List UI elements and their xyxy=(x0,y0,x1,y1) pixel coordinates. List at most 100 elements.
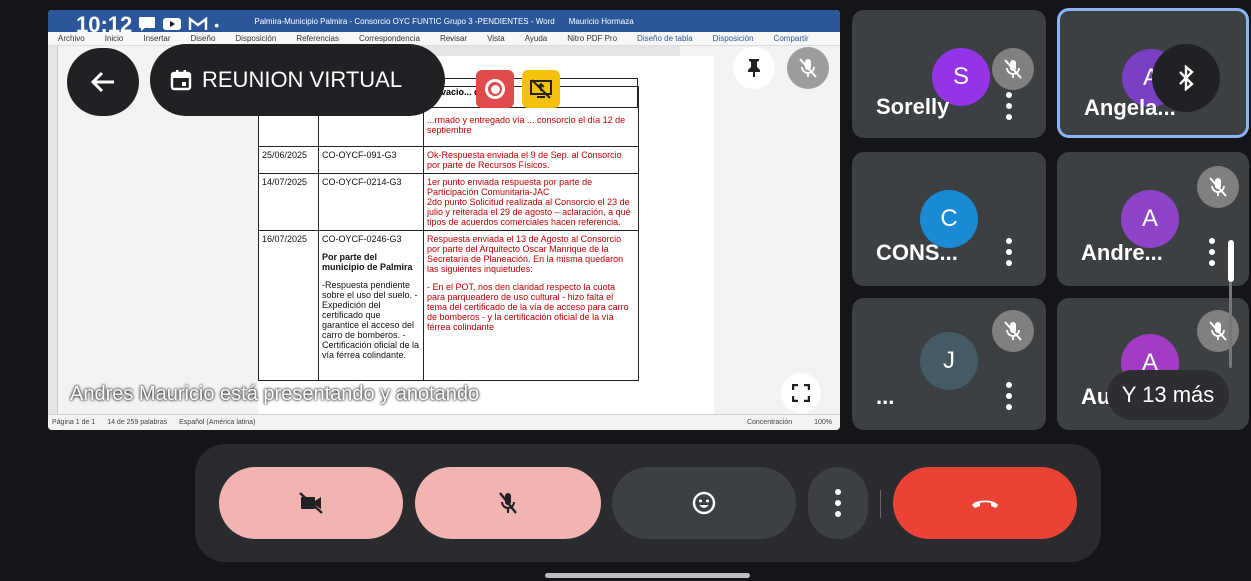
stop-share-icon xyxy=(530,79,552,99)
status-page: Página 1 de 1 xyxy=(52,419,96,426)
mic-off-icon xyxy=(1209,321,1227,341)
participant-tile-andre[interactable]: A Andre... xyxy=(1057,152,1249,286)
participant-name: ... xyxy=(876,384,895,409)
menu-referencias: Referencias xyxy=(296,34,339,43)
presenter-mic-off xyxy=(787,47,829,89)
status-bar-left: 10:12 • xyxy=(76,10,219,40)
table-cell: Ok-Respuesta enviada el 9 de Sep. al Con… xyxy=(423,146,639,174)
mic-off-icon xyxy=(499,492,517,514)
more-vert-icon[interactable] xyxy=(1006,92,1012,120)
table-cell: 14/07/2025 xyxy=(258,173,319,231)
cell-text: 1er punto enviada respuesta por parte de… xyxy=(427,177,593,197)
stop-share-button[interactable] xyxy=(522,70,560,108)
more-participants-pill[interactable]: Y 13 más xyxy=(1107,370,1229,420)
status-zoom: 100% xyxy=(814,419,832,426)
scrollbar-thumb[interactable] xyxy=(1228,240,1234,282)
status-focus: Concentración xyxy=(746,419,793,426)
cell-bold-text: Por parte del municipio de Palmira xyxy=(322,252,413,272)
cell-text: - En el POT, nos den claridad respecto l… xyxy=(427,282,629,332)
camera-off-icon xyxy=(299,492,323,514)
menu-ayuda: Ayuda xyxy=(524,34,548,43)
bluetooth-button[interactable] xyxy=(1152,44,1220,112)
avatar: J xyxy=(920,332,978,390)
table-cell: Respuesta enviada el 13 de Agosto al Con… xyxy=(423,230,639,381)
cell-text: CO-OYCF-0246-G3 xyxy=(322,234,402,244)
word-title: Palmira-Municipio Palmira - Consorcio OY… xyxy=(254,16,555,26)
bluetooth-icon xyxy=(1179,65,1194,91)
mic-off-icon xyxy=(1004,59,1022,79)
mic-toggle-button[interactable] xyxy=(415,467,601,539)
meet-screen: Palmira-Municipio Palmira - Consorcio OY… xyxy=(0,0,1251,581)
vertical-ruler xyxy=(48,46,58,414)
menu-revisar: Revisar xyxy=(439,34,468,43)
clock: 10:12 xyxy=(76,12,133,37)
presenting-caption: Andres Mauricio está presentando y anota… xyxy=(70,383,480,405)
emoji-icon xyxy=(692,491,716,515)
cell-text: -Respuesta pendiente sobre el uso del su… xyxy=(322,280,420,360)
youtube-icon xyxy=(162,12,182,38)
participant-tile-cons[interactable]: C CONS... xyxy=(852,152,1046,286)
controls-divider xyxy=(880,490,881,518)
doc-table: ...rmado y entregado vía ... consorcio e… xyxy=(258,86,639,381)
more-vert-icon[interactable] xyxy=(1006,238,1012,266)
fullscreen-icon xyxy=(792,384,810,402)
menu-correspondencia: Correspondencia xyxy=(359,34,420,43)
participant-name: Sorelly xyxy=(876,94,950,119)
table-cell: 25/06/2025 xyxy=(258,146,319,174)
table-cell: 16/07/2025 xyxy=(258,230,319,381)
back-button[interactable] xyxy=(67,48,139,116)
call-end-icon xyxy=(972,500,998,508)
participant-tile-j[interactable]: J ... xyxy=(852,298,1046,430)
more-vert-icon[interactable] xyxy=(1006,382,1012,410)
participant-mic-off xyxy=(992,48,1034,90)
status-language: Español (América latina) xyxy=(179,419,256,426)
mic-off-icon xyxy=(799,58,817,78)
table-cell: CO-OYCF-091-G3 xyxy=(318,146,424,174)
meeting-title: REUNION VIRTUAL xyxy=(202,67,403,92)
menu-nitro: Nitro PDF Pro xyxy=(567,34,618,43)
menu-disposicion-2: Disposición xyxy=(712,34,754,43)
gmail-icon xyxy=(188,12,208,38)
pin-icon xyxy=(748,59,760,77)
hang-up-button[interactable] xyxy=(893,467,1077,539)
table-cell: CO-OYCF-0246-G3 Por parte del municipio … xyxy=(318,230,424,381)
status-words: 14 de 259 palabras xyxy=(107,419,168,426)
record-indicator[interactable] xyxy=(476,70,514,108)
more-vert-icon[interactable] xyxy=(1209,238,1215,266)
mic-off-icon xyxy=(1209,177,1227,197)
scrollbar-track[interactable] xyxy=(1229,282,1232,368)
mic-off-icon xyxy=(1004,321,1022,341)
participant-mic-off xyxy=(1197,166,1239,208)
camera-toggle-button[interactable] xyxy=(219,467,403,539)
pin-button[interactable] xyxy=(733,47,775,89)
participant-mic-off xyxy=(1197,310,1239,352)
table-cell: 1er punto enviada respuesta por parte de… xyxy=(423,173,639,231)
participant-name: Andre... xyxy=(1081,240,1163,265)
dot-icon: • xyxy=(214,17,220,33)
cell-text: 2do punto Solicitud realizada al Consorc… xyxy=(427,197,631,227)
word-share: Compartir xyxy=(773,34,809,43)
table-cell: CO-OYCF-0214-G3 xyxy=(318,173,424,231)
word-statusbar: Página 1 de 1 14 de 259 palabras Español… xyxy=(48,414,840,430)
table-row: 25/06/2025 CO-OYCF-091-G3 Ok-Respuesta e… xyxy=(258,146,639,174)
fullscreen-button[interactable] xyxy=(781,373,821,413)
reactions-button[interactable] xyxy=(612,467,796,539)
chat-icon xyxy=(138,12,156,38)
menu-vista: Vista xyxy=(487,34,505,43)
table-row: 16/07/2025 CO-OYCF-0246-G3 Por parte del… xyxy=(258,230,639,381)
record-icon xyxy=(485,79,505,99)
menu-disposicion: Disposición xyxy=(235,34,277,43)
table-row: 14/07/2025 CO-OYCF-0214-G3 1er punto env… xyxy=(258,173,639,231)
word-user: Mauricio Hormaza xyxy=(568,16,634,26)
participant-tile-sorelly[interactable]: S Sorelly xyxy=(852,10,1046,138)
more-vert-icon xyxy=(835,489,841,517)
meeting-title-pill[interactable]: REUNION VIRTUAL xyxy=(150,44,445,116)
back-arrow-icon xyxy=(90,71,114,93)
cell-text: Respuesta enviada el 13 de Agosto al Con… xyxy=(427,234,624,274)
more-options-button[interactable] xyxy=(808,467,868,539)
participant-mic-off xyxy=(992,310,1034,352)
menu-diseno-tabla: Diseño de tabla xyxy=(637,34,693,43)
participant-name: CONS... xyxy=(876,240,958,265)
home-indicator[interactable] xyxy=(545,573,750,578)
calendar-icon xyxy=(170,70,192,91)
